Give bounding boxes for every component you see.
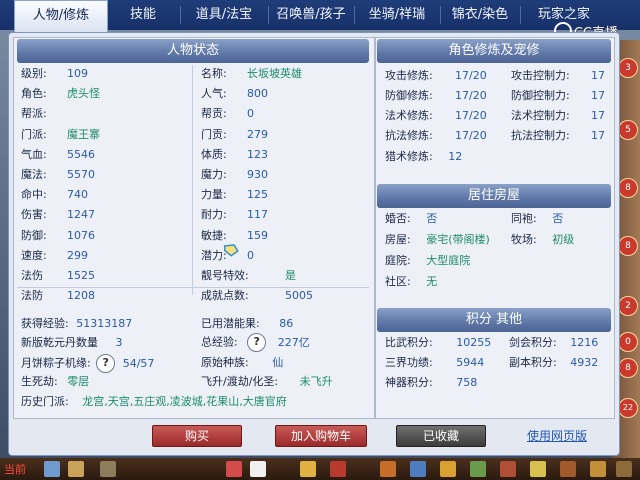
tab-outfits[interactable]: 锦衣/染色 [442,0,518,30]
house-row: 房屋: 豪宅(带阁楼) [385,233,490,246]
ascension-row: 飞升/渡劫/化圣: 未飞升 [201,375,333,388]
stat-row: 耐力: 117 [201,208,268,221]
used-potential-row: 已用潜能果: 86 [201,317,294,330]
toolbar-icon[interactable] [470,461,486,477]
cultivation-row: 攻击修炼: 17/20 攻击控制力: 17 [385,69,605,82]
stat-row: 防御: 1076 [21,229,95,242]
stat-row: 门贡: 279 [201,128,268,141]
ranch-row: 牧场: 初级 [511,233,575,246]
toolbar-icon[interactable] [560,461,576,477]
points-title: 积分 其他 [377,308,611,332]
race-row: 原始种族: 仙 [201,356,284,369]
tab-bar: 人物/修炼 技能 道具/法宝 召唤兽/孩子 坐骑/祥瑞 锦衣/染色 玩家之家 [0,0,640,33]
stat-row: 靓号特效: 是 [201,269,296,282]
stat-row: 力量: 125 [201,188,268,201]
cultivation-title: 角色修炼及宠修 [377,39,611,63]
stat-row: 法防 1208 [21,289,95,302]
cultivation-row: 抗法修炼: 17/20 抗法控制力: 17 [385,129,605,142]
edge-badge: 2 [618,296,638,316]
cultivation-row: 防御修炼: 17/20 防御控制力: 17 [385,89,605,102]
edge-badge: 8 [618,178,638,198]
edge-badge: 8 [618,236,638,256]
cultivation-row: 法术修炼: 17/20 法术控制力: 17 [385,109,605,122]
stat-row: 帮派: [21,107,47,120]
history-row: 历史门派: 龙宫,天宫,五庄观,凌波城,花果山,大唐官府 [21,395,287,408]
community-row: 社区: 无 [385,275,438,288]
stat-row: 门派: 魔王寨 [21,128,100,141]
stat-row: 角色: 虎头怪 [21,87,100,100]
edge-badge: 22 [618,398,638,418]
stat-row: 法伤 1525 [21,269,95,282]
edge-badge: 3 [618,58,638,78]
toolbar-icon[interactable] [410,461,426,477]
edge-badge: 0 [618,332,638,352]
tab-pets[interactable]: 召唤兽/孩子 [270,0,352,30]
stat-row: 伤害: 1247 [21,208,95,221]
jianhui-row: 剑会积分: 1216 [509,336,599,349]
stat-row: 命中: 740 [21,188,88,201]
stat-row: 魔力: 930 [201,168,268,181]
toolbar-icon[interactable] [440,461,456,477]
favorited-button[interactable]: 已收藏 [396,425,486,447]
voice-icon[interactable] [68,461,84,477]
stat-row: 名称: 长坂坡英雄 [201,67,302,80]
sworn-row: 同袍: 否 [511,212,564,225]
fuben-row: 副本积分: 4932 [509,356,599,369]
toolbar-icon[interactable] [590,461,606,477]
house-title: 居住房屋 [377,184,611,208]
qianyuan-row: 新版乾元丹数量 3 [21,336,123,349]
tab-character[interactable]: 人物/修炼 [14,0,108,33]
sanjie-row: 三界功绩: 5944 [385,356,485,369]
status-title: 人物状态 [17,39,369,63]
toolbar-icon[interactable] [380,461,396,477]
yard-row: 庭院: 大型庭院 [385,254,471,267]
toolbar-icon[interactable] [500,461,516,477]
edge-badge: 8 [618,358,638,378]
chat-icon[interactable] [44,461,60,477]
toolbar-icon[interactable] [226,461,242,477]
help-icon[interactable]: ? [247,333,267,352]
stat-row: 级别: 109 [21,67,88,80]
shenqi-row: 神器积分: 758 [385,376,478,389]
stat-row: 人气: 800 [201,87,268,100]
stat-row: 气血: 5546 [21,148,95,161]
toolbar-icon[interactable] [100,461,116,477]
buy-button[interactable]: 购买 [152,425,242,447]
stat-row: 魔法: 5570 [21,168,95,181]
stat-row: 成就点数: 5005 [201,289,313,302]
toolbar-icon[interactable] [530,461,546,477]
character-panel: 人物状态 获得经验: 51313187 已用潜能果: 86 新版乾元丹数量 3 … [8,32,620,456]
stat-row: 体质: 123 [201,148,268,161]
toolbar-icon[interactable] [330,461,346,477]
web-version-link[interactable]: 使用网页版 [527,427,587,444]
edge-badge: 5 [618,120,638,140]
help-icon[interactable]: ? [96,354,116,373]
marriage-row: 婚否: 否 [385,212,438,225]
add-to-cart-button[interactable]: 加入购物车 [275,425,367,447]
biwu-row: 比武积分: 10255 [385,336,492,349]
stat-row: 帮贡: 0 [201,107,254,120]
mooncake-row: 月饼粽子机缘: ? 54/57 [21,354,154,373]
hunt-row: 猎术修炼: 12 [385,150,463,163]
toolbar-icon[interactable] [250,461,266,477]
channel-current[interactable]: 当前 [4,461,26,477]
stat-row: 速度: 299 [21,249,88,262]
tab-mounts[interactable]: 坐骑/祥瑞 [356,0,438,30]
toolbar-icon[interactable] [300,461,316,477]
tab-skills[interactable]: 技能 [108,0,178,30]
total-exp-row: 总经验: ? 227亿 [201,333,310,352]
tab-items[interactable]: 道具/法宝 [182,0,266,30]
life-death-row: 生死劫: 零层 [21,375,90,388]
exp-row: 获得经验: 51313187 [21,317,133,330]
toolbar-icon[interactable] [616,461,632,477]
